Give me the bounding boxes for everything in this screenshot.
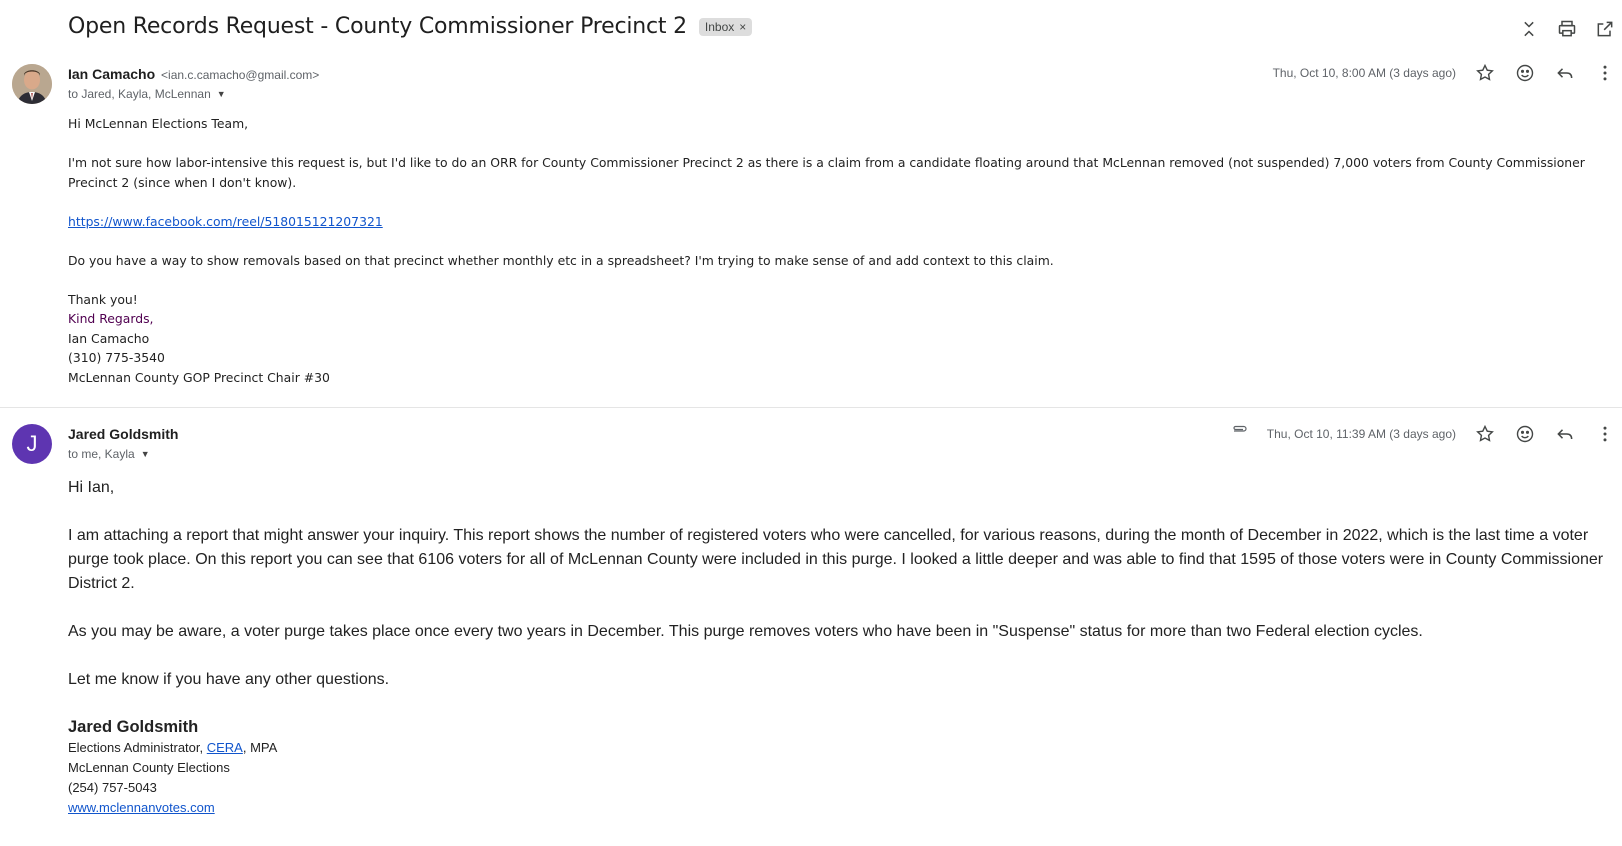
thread-toolbar xyxy=(1518,18,1616,40)
open-in-new-window-icon[interactable] xyxy=(1594,18,1616,40)
signature-title: Elections Administrator, CERA, MPA xyxy=(68,738,1616,758)
regards-line: Kind Regards, xyxy=(68,311,154,326)
message-actions: Thu, Oct 10, 11:39 AM (3 days ago) xyxy=(1231,422,1616,445)
remove-label-icon[interactable]: × xyxy=(739,20,746,34)
facebook-link[interactable]: https://www.facebook.com/reel/5180151212… xyxy=(68,214,383,229)
signature: Jared Goldsmith Elections Administrator,… xyxy=(68,716,1616,818)
show-details-caret-icon[interactable]: ▼ xyxy=(141,449,150,459)
star-icon[interactable] xyxy=(1474,62,1496,84)
sender-line: Jared Goldsmith xyxy=(68,426,178,442)
recipients: to Jared, Kayla, McLennan xyxy=(68,87,211,101)
signature-phone: (254) 757-5043 xyxy=(68,780,157,795)
more-options-icon[interactable] xyxy=(1594,423,1616,445)
recipients-line: to me, Kayla ▼ xyxy=(68,447,150,461)
body-paragraph: I'm not sure how labor-intensive this re… xyxy=(68,155,1585,190)
signature-phone: (310) 775-3540 xyxy=(68,350,165,365)
signature-name: Jared Goldsmith xyxy=(68,718,199,736)
sender-email: <ian.c.camacho@gmail.com> xyxy=(161,68,320,82)
signature-title-text: Elections Administrator, xyxy=(68,740,207,755)
emoji-reaction-icon[interactable] xyxy=(1514,62,1536,84)
reply-icon[interactable] xyxy=(1554,423,1576,445)
body-paragraph: I am attaching a report that might answe… xyxy=(68,527,1604,592)
signature: Thank you! Kind Regards, Ian Camacho (31… xyxy=(68,290,1616,388)
signature-title: McLennan County GOP Precinct Chair #30 xyxy=(68,369,330,385)
body-paragraph: As you may be aware, a voter purge takes… xyxy=(68,623,1423,640)
message-body: Hi McLennan Elections Team, I'm not sure… xyxy=(68,114,1616,387)
attachment-icon xyxy=(1231,422,1249,445)
cera-link[interactable]: CERA xyxy=(207,740,243,755)
body-paragraph: Do you have a way to show removals based… xyxy=(68,252,1054,268)
star-icon[interactable] xyxy=(1474,423,1496,445)
reply-icon[interactable] xyxy=(1554,62,1576,84)
more-options-icon[interactable] xyxy=(1594,62,1616,84)
collapse-all-icon[interactable] xyxy=(1518,18,1540,40)
avatar[interactable] xyxy=(12,64,52,104)
sender-name[interactable]: Jared Goldsmith xyxy=(68,426,178,442)
show-details-caret-icon[interactable]: ▼ xyxy=(217,89,226,99)
sender-line: Ian Camacho <ian.c.camacho@gmail.com> xyxy=(68,66,319,82)
signature-title-suffix: , MPA xyxy=(242,740,278,755)
print-icon[interactable] xyxy=(1556,18,1578,40)
label-text: Inbox xyxy=(704,19,735,34)
inbox-label-chip[interactable]: Inbox × xyxy=(698,17,753,36)
signature-org: McLennan County Elections xyxy=(68,760,230,775)
message-actions: Thu, Oct 10, 8:00 AM (3 days ago) xyxy=(1273,62,1616,84)
avatar[interactable]: J xyxy=(12,424,52,464)
subject-row: Open Records Request - County Commission… xyxy=(68,14,753,39)
website-link[interactable]: www.mclennanvotes.com xyxy=(68,800,215,815)
message-divider xyxy=(0,407,1622,408)
sender-name[interactable]: Ian Camacho xyxy=(68,66,155,82)
emoji-reaction-icon[interactable] xyxy=(1514,423,1536,445)
greeting: Hi Ian, xyxy=(68,479,115,496)
recipients-line: to Jared, Kayla, McLennan ▼ xyxy=(68,87,226,101)
greeting: Hi McLennan Elections Team, xyxy=(68,116,249,131)
email-subject: Open Records Request - County Commission… xyxy=(68,14,687,39)
body-paragraph: Let me know if you have any other questi… xyxy=(68,671,390,688)
message-date: Thu, Oct 10, 8:00 AM (3 days ago) xyxy=(1272,66,1456,80)
thanks-line: Thank you! xyxy=(68,291,138,307)
signature-name: Ian Camacho xyxy=(68,330,150,346)
recipients: to me, Kayla xyxy=(68,447,135,461)
message-date: Thu, Oct 10, 11:39 AM (3 days ago) xyxy=(1266,426,1456,441)
message-body: Hi Ian, I am attaching a report that mig… xyxy=(68,476,1616,818)
